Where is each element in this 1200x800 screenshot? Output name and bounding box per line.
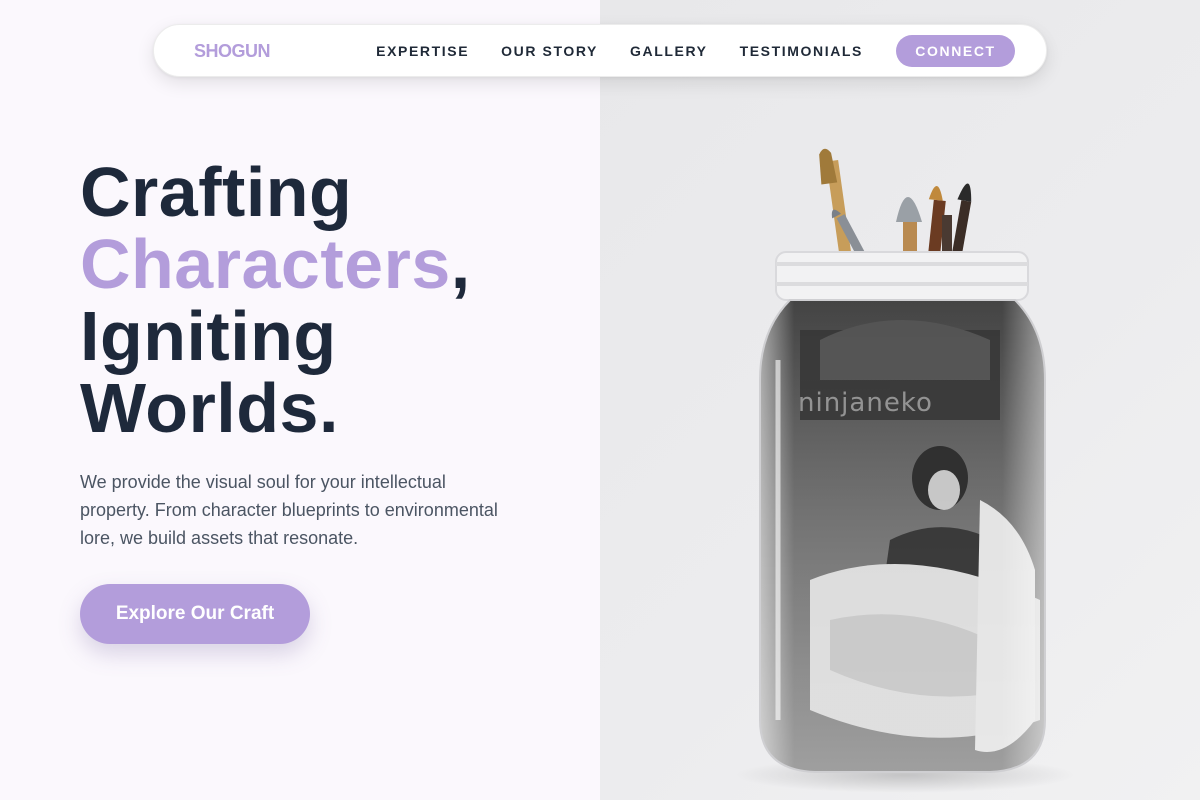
nav-link-gallery[interactable]: GALLERY bbox=[630, 43, 708, 59]
nav-link-testimonials[interactable]: TESTIMONIALS bbox=[740, 43, 863, 59]
nav-links: EXPERTISE OUR STORY GALLERY TESTIMONIALS bbox=[376, 43, 863, 59]
hero-title: Crafting Characters, Igniting Worlds. bbox=[80, 156, 471, 444]
nav-link-expertise[interactable]: EXPERTISE bbox=[376, 43, 469, 59]
brand-logo[interactable]: SHOGUN bbox=[194, 41, 271, 62]
hero-image-panel: ninjaneko bbox=[600, 0, 1200, 800]
hero-title-line-4: Worlds. bbox=[80, 369, 339, 447]
hero-title-comma: , bbox=[450, 225, 471, 303]
hero-title-line-1: Crafting bbox=[80, 153, 353, 231]
image-watermark: ninjaneko bbox=[798, 388, 933, 418]
hero-description: We provide the visual soul for your inte… bbox=[80, 472, 498, 548]
explore-craft-button[interactable]: Explore Our Craft bbox=[80, 584, 310, 644]
connect-button[interactable]: CONNECT bbox=[896, 35, 1015, 67]
hero-title-line-3: Igniting bbox=[80, 297, 337, 375]
hero-title-line-2: Characters, bbox=[80, 228, 471, 300]
hero-title-accent: Characters bbox=[80, 225, 451, 303]
top-navigation: SHOGUN EXPERTISE OUR STORY GALLERY TESTI… bbox=[153, 24, 1047, 77]
nav-link-our-story[interactable]: OUR STORY bbox=[501, 43, 598, 59]
